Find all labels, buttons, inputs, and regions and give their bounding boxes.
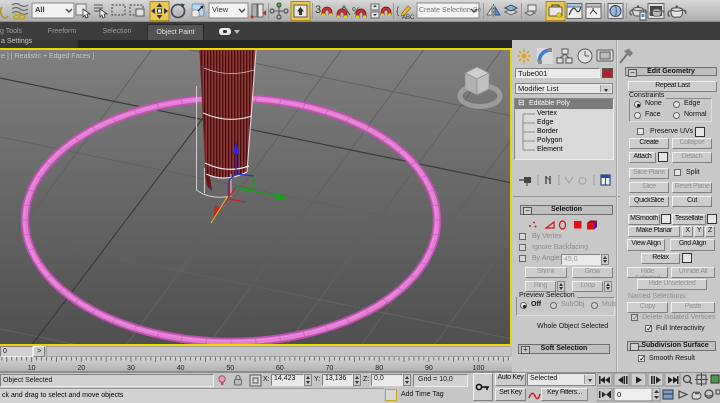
- svg-text:20: 20: [77, 365, 85, 372]
- svg-text:40: 40: [177, 365, 185, 372]
- svg-text:{: {: [396, 6, 400, 17]
- svg-text:0: 0: [617, 390, 621, 399]
- svg-text:ABC: ABC: [402, 15, 415, 21]
- svg-text:100: 100: [473, 365, 485, 372]
- svg-text:30: 30: [127, 365, 135, 372]
- svg-text:90: 90: [425, 365, 433, 372]
- svg-text:3: 3: [315, 4, 321, 16]
- svg-text:50: 50: [226, 365, 234, 372]
- svg-text:All: All: [35, 5, 45, 14]
- svg-text:View: View: [212, 5, 229, 14]
- svg-text:80: 80: [375, 365, 383, 372]
- svg-text:e ] [ Realistic + Edged Faces: e ] [ Realistic + Edged Faces ]: [1, 53, 94, 60]
- svg-text:60: 60: [276, 365, 284, 372]
- svg-text:70: 70: [326, 365, 334, 372]
- svg-text:10: 10: [28, 365, 36, 372]
